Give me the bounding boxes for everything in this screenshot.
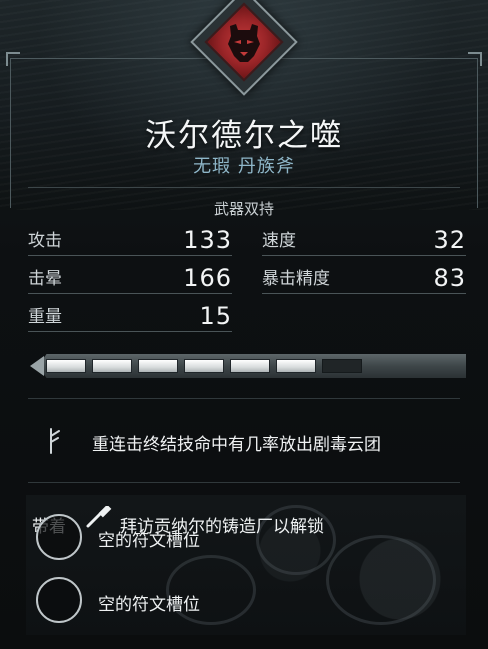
stat-value: 32 (433, 226, 466, 254)
rune-slot-2[interactable] (36, 577, 82, 623)
upgrade-segment (230, 359, 270, 373)
stat-speed: 速度 32 (262, 226, 466, 256)
stat-label: 暴击精度 (262, 269, 330, 289)
stat-underline (28, 293, 232, 294)
stat-underline (262, 293, 466, 294)
clan-emblem (190, 0, 298, 96)
frame-corner-left (6, 52, 20, 66)
bear-head-icon (228, 24, 260, 62)
upgrade-segment (276, 359, 316, 373)
decor-knot (326, 535, 436, 625)
upgrade-segment (322, 359, 362, 373)
wield-type: 武器双持 (213, 200, 274, 218)
upgrade-segment (184, 359, 224, 373)
header-divider (28, 187, 460, 188)
upgrade-segment (92, 359, 132, 373)
upgrade-level-bar (30, 352, 466, 380)
perk-description: 重连击终结技命中有几率放出剧毒云团 (92, 435, 381, 455)
rune-slot-label: 空的符文槽位 (98, 595, 200, 615)
stat-weight: 重量 15 (28, 302, 232, 332)
upgrade-segment (46, 359, 86, 373)
section-divider (28, 482, 460, 483)
item-detail-panel: 沃尔德尔之噬 无瑕 丹族斧 武器双持 攻击 133 速度 32 击晕 166 暴… (0, 0, 488, 649)
stat-label: 速度 (262, 231, 296, 251)
stat-underline (28, 255, 232, 256)
stat-label: 击晕 (28, 269, 62, 289)
rune-glyph-icon (50, 428, 60, 454)
stat-value: 83 (433, 264, 466, 292)
item-subtitle: 无瑕 丹族斧 (193, 156, 295, 177)
stat-value: 133 (183, 226, 232, 254)
frame-corner-right (468, 52, 482, 66)
stat-value: 15 (199, 302, 232, 330)
upgrade-segment (138, 359, 178, 373)
stat-underline (28, 331, 232, 332)
stat-crit-precision: 暴击精度 83 (262, 264, 466, 294)
stat-underline (262, 255, 466, 256)
stat-stun: 击晕 166 (28, 264, 232, 294)
stat-label: 重量 (28, 307, 62, 327)
stat-label: 攻击 (28, 231, 62, 251)
upgrade-bar-tip (30, 356, 44, 376)
stat-attack: 攻击 133 (28, 226, 232, 256)
rune-slot-1[interactable] (36, 514, 82, 560)
section-divider (28, 398, 460, 399)
stat-value: 166 (183, 264, 232, 292)
rune-slot-label: 空的符文槽位 (98, 531, 200, 551)
item-name: 沃尔德尔之噬 (145, 118, 343, 154)
